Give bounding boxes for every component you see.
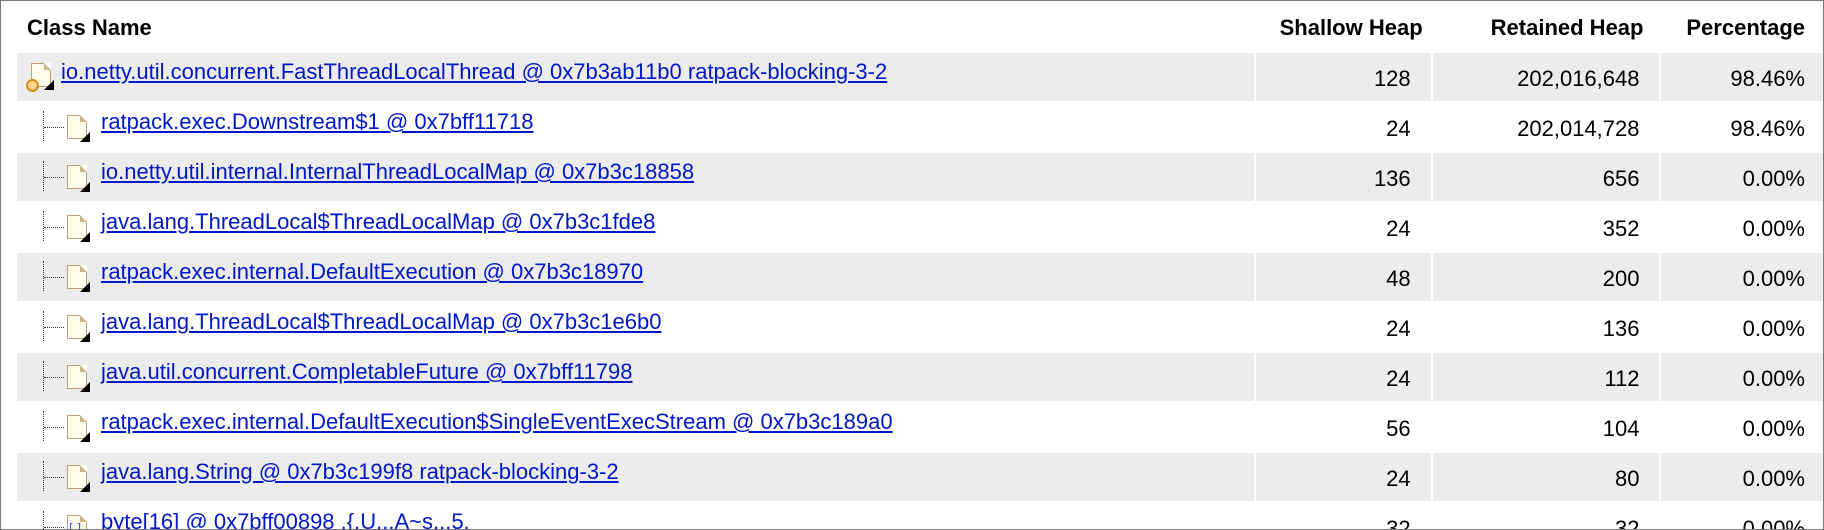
tree-connector (44, 527, 64, 528)
object-link[interactable]: java.lang.ThreadLocal$ThreadLocalMap @ 0… (101, 309, 661, 335)
tree-connector (43, 111, 44, 141)
shallow-heap-cell: 56 (1255, 403, 1431, 451)
tree-connector (44, 177, 64, 178)
column-header-retained-heap[interactable]: Retained Heap (1432, 5, 1660, 51)
shallow-heap-cell: 24 (1255, 453, 1431, 501)
object-link[interactable]: ratpack.exec.internal.DefaultExecution @… (101, 259, 643, 285)
class-name-cell: ratpack.exec.Downstream$1 @ 0x7bff11718 (17, 103, 1254, 151)
table-row[interactable]: ratpack.exec.Downstream$1 @ 0x7bff11718 … (17, 103, 1823, 151)
class-name-cell: ratpack.exec.internal.DefaultExecution$S… (17, 403, 1254, 451)
class-name-cell: java.lang.ThreadLocal$ThreadLocalMap @ 0… (17, 203, 1254, 251)
object-icon (67, 465, 90, 492)
tree-connector (43, 461, 44, 491)
header-row: Class Name Shallow Heap Retained Heap Pe… (17, 5, 1823, 51)
class-name-cell: io.netty.util.concurrent.FastThreadLocal… (17, 53, 1254, 101)
percentage-cell: 98.46% (1661, 53, 1823, 101)
object-icon (67, 365, 90, 392)
percentage-cell: 0.00% (1661, 303, 1823, 351)
shallow-heap-cell: 24 (1255, 203, 1431, 251)
tree-connector (43, 211, 44, 241)
object-link[interactable]: java.lang.ThreadLocal$ThreadLocalMap @ 0… (101, 209, 655, 235)
tree-connector (44, 477, 64, 478)
class-name-cell: io.netty.util.internal.InternalThreadLoc… (17, 153, 1254, 201)
thread-object-icon (26, 63, 54, 92)
table-body: io.netty.util.concurrent.FastThreadLocal… (17, 53, 1823, 529)
object-icon (67, 415, 90, 442)
object-icon (67, 115, 90, 142)
class-name-cell: ratpack.exec.internal.DefaultExecution @… (17, 253, 1254, 301)
table-row[interactable]: java.util.concurrent.CompletableFuture @… (17, 353, 1823, 401)
table-row[interactable]: io.netty.util.internal.InternalThreadLoc… (17, 153, 1823, 201)
percentage-cell: 0.00% (1661, 503, 1823, 529)
object-icon (67, 165, 90, 192)
shallow-heap-cell: 24 (1255, 353, 1431, 401)
tree-connector (43, 161, 44, 191)
column-header-shallow-heap[interactable]: Shallow Heap (1255, 5, 1431, 51)
table-row[interactable]: ratpack.exec.internal.DefaultExecution$S… (17, 403, 1823, 451)
retained-heap-cell: 352 (1432, 203, 1660, 251)
percentage-cell: 98.46% (1661, 103, 1823, 151)
tree-connector (43, 311, 44, 341)
percentage-cell: 0.00% (1661, 453, 1823, 501)
table-row[interactable]: java.lang.ThreadLocal$ThreadLocalMap @ 0… (17, 203, 1823, 251)
class-name-cell: java.util.concurrent.CompletableFuture @… (17, 353, 1254, 401)
object-icon (67, 265, 90, 292)
shallow-heap-cell: 24 (1255, 103, 1431, 151)
column-header-percentage[interactable]: Percentage (1661, 5, 1823, 51)
shallow-heap-cell: 24 (1255, 303, 1431, 351)
object-link[interactable]: java.util.concurrent.CompletableFuture @… (101, 359, 633, 385)
class-name-cell: [ ] byte[16] @ 0x7bff00898 .{.U...A~s...… (17, 503, 1254, 529)
percentage-cell: 0.00% (1661, 253, 1823, 301)
object-link[interactable]: java.lang.String @ 0x7b3c199f8 ratpack-b… (101, 459, 619, 485)
retained-heap-cell: 32 (1432, 503, 1660, 529)
tree-connector (43, 411, 44, 441)
array-icon: [ ] (67, 515, 87, 529)
table-row[interactable]: java.lang.ThreadLocal$ThreadLocalMap @ 0… (17, 303, 1823, 351)
shallow-heap-cell: 136 (1255, 153, 1431, 201)
tree-connector (44, 427, 64, 428)
object-link[interactable]: io.netty.util.concurrent.FastThreadLocal… (61, 59, 887, 85)
tree-connector (44, 127, 64, 128)
retained-heap-cell: 200 (1432, 253, 1660, 301)
retained-heap-cell: 202,014,728 (1432, 103, 1660, 151)
object-link[interactable]: io.netty.util.internal.InternalThreadLoc… (101, 159, 694, 185)
percentage-cell: 0.00% (1661, 403, 1823, 451)
object-link[interactable]: byte[16] @ 0x7bff00898 .{.U...A~s...5. (101, 509, 470, 529)
class-name-cell: java.lang.String @ 0x7b3c199f8 ratpack-b… (17, 453, 1254, 501)
tree-connector (44, 227, 64, 228)
retained-heap-cell: 104 (1432, 403, 1660, 451)
table-row[interactable]: io.netty.util.concurrent.FastThreadLocal… (17, 53, 1823, 101)
retained-heap-cell: 112 (1432, 353, 1660, 401)
object-link[interactable]: ratpack.exec.Downstream$1 @ 0x7bff11718 (101, 109, 533, 135)
tree-connector (44, 377, 64, 378)
tree-connector (43, 361, 44, 391)
retained-heap-cell: 80 (1432, 453, 1660, 501)
percentage-cell: 0.00% (1661, 203, 1823, 251)
object-link[interactable]: ratpack.exec.internal.DefaultExecution$S… (101, 409, 893, 435)
table-row[interactable]: [ ] byte[16] @ 0x7bff00898 .{.U...A~s...… (17, 503, 1823, 529)
heap-table: Class Name Shallow Heap Retained Heap Pe… (15, 3, 1823, 529)
table-row[interactable]: ratpack.exec.internal.DefaultExecution @… (17, 253, 1823, 301)
table-row[interactable]: java.lang.String @ 0x7b3c199f8 ratpack-b… (17, 453, 1823, 501)
tree-connector (43, 261, 44, 291)
class-name-cell: java.lang.ThreadLocal$ThreadLocalMap @ 0… (17, 303, 1254, 351)
heap-tree-table-view: Class Name Shallow Heap Retained Heap Pe… (0, 0, 1824, 530)
object-icon (67, 315, 90, 342)
shallow-heap-cell: 32 (1255, 503, 1431, 529)
retained-heap-cell: 202,016,648 (1432, 53, 1660, 101)
shallow-heap-cell: 48 (1255, 253, 1431, 301)
percentage-cell: 0.00% (1661, 153, 1823, 201)
shallow-heap-cell: 128 (1255, 53, 1431, 101)
column-header-class-name[interactable]: Class Name (17, 5, 1254, 51)
object-icon (67, 215, 90, 242)
tree-connector (44, 327, 64, 328)
percentage-cell: 0.00% (1661, 353, 1823, 401)
retained-heap-cell: 656 (1432, 153, 1660, 201)
retained-heap-cell: 136 (1432, 303, 1660, 351)
tree-connector (44, 277, 64, 278)
